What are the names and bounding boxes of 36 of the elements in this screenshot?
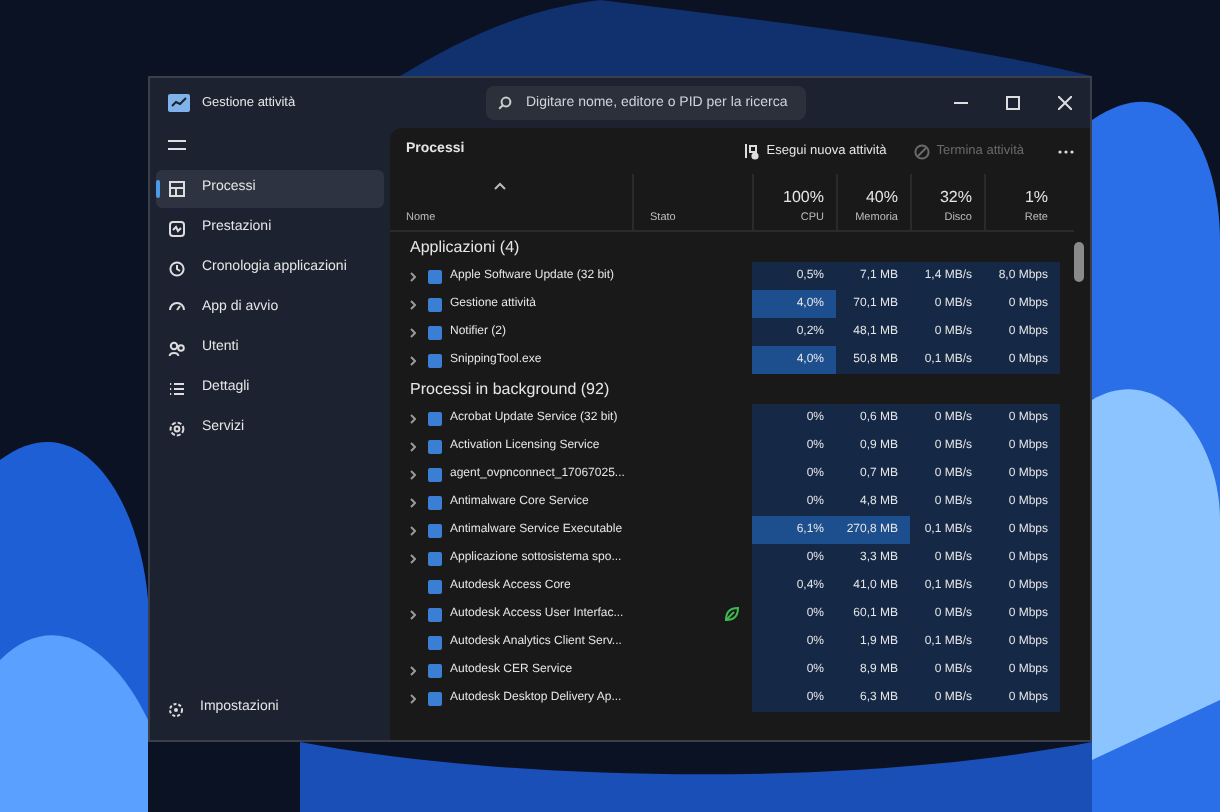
expand-chevron-icon[interactable]	[410, 693, 416, 703]
expand-chevron-icon[interactable]	[410, 413, 416, 423]
scrollbar[interactable]	[1074, 242, 1084, 282]
expand-chevron-icon[interactable]	[410, 553, 416, 563]
expand-chevron-icon[interactable]	[410, 525, 416, 535]
column-usage: 100%	[783, 185, 824, 210]
minimize-icon	[953, 102, 967, 104]
column-usage: 40%	[865, 185, 898, 210]
expand-chevron-icon[interactable]	[410, 469, 416, 479]
menu-icon[interactable]	[168, 140, 186, 150]
end-task-icon	[914, 143, 931, 159]
expand-chevron-icon[interactable]	[410, 609, 416, 619]
new-task-icon	[744, 143, 761, 159]
expand-chevron-icon[interactable]	[410, 665, 416, 675]
app-icon	[168, 94, 190, 112]
expand-chevron-icon[interactable]	[410, 327, 416, 337]
column-usage: 32%	[939, 185, 972, 210]
expand-chevron-icon[interactable]	[410, 271, 416, 281]
close-icon	[1057, 96, 1071, 110]
search-icon	[498, 96, 512, 110]
group-header[interactable]: Processi in background (92)	[390, 374, 1074, 404]
settings-icon	[168, 701, 184, 717]
column-usage: 1%	[1024, 185, 1048, 210]
history-icon	[168, 260, 186, 278]
expand-chevron-icon[interactable]	[410, 299, 416, 309]
details-icon	[168, 380, 186, 398]
services-icon	[168, 420, 186, 438]
expand-chevron-icon[interactable]	[410, 441, 416, 451]
performance-icon	[168, 220, 186, 238]
processes-icon	[168, 180, 186, 198]
expand-chevron-icon[interactable]	[410, 497, 416, 507]
maximize-icon	[1005, 96, 1019, 110]
expand-chevron-icon[interactable]	[410, 355, 416, 365]
users-icon	[168, 340, 186, 358]
group-header[interactable]: Applicazioni (4)	[390, 232, 1074, 262]
sort-caret-icon[interactable]	[494, 182, 506, 190]
